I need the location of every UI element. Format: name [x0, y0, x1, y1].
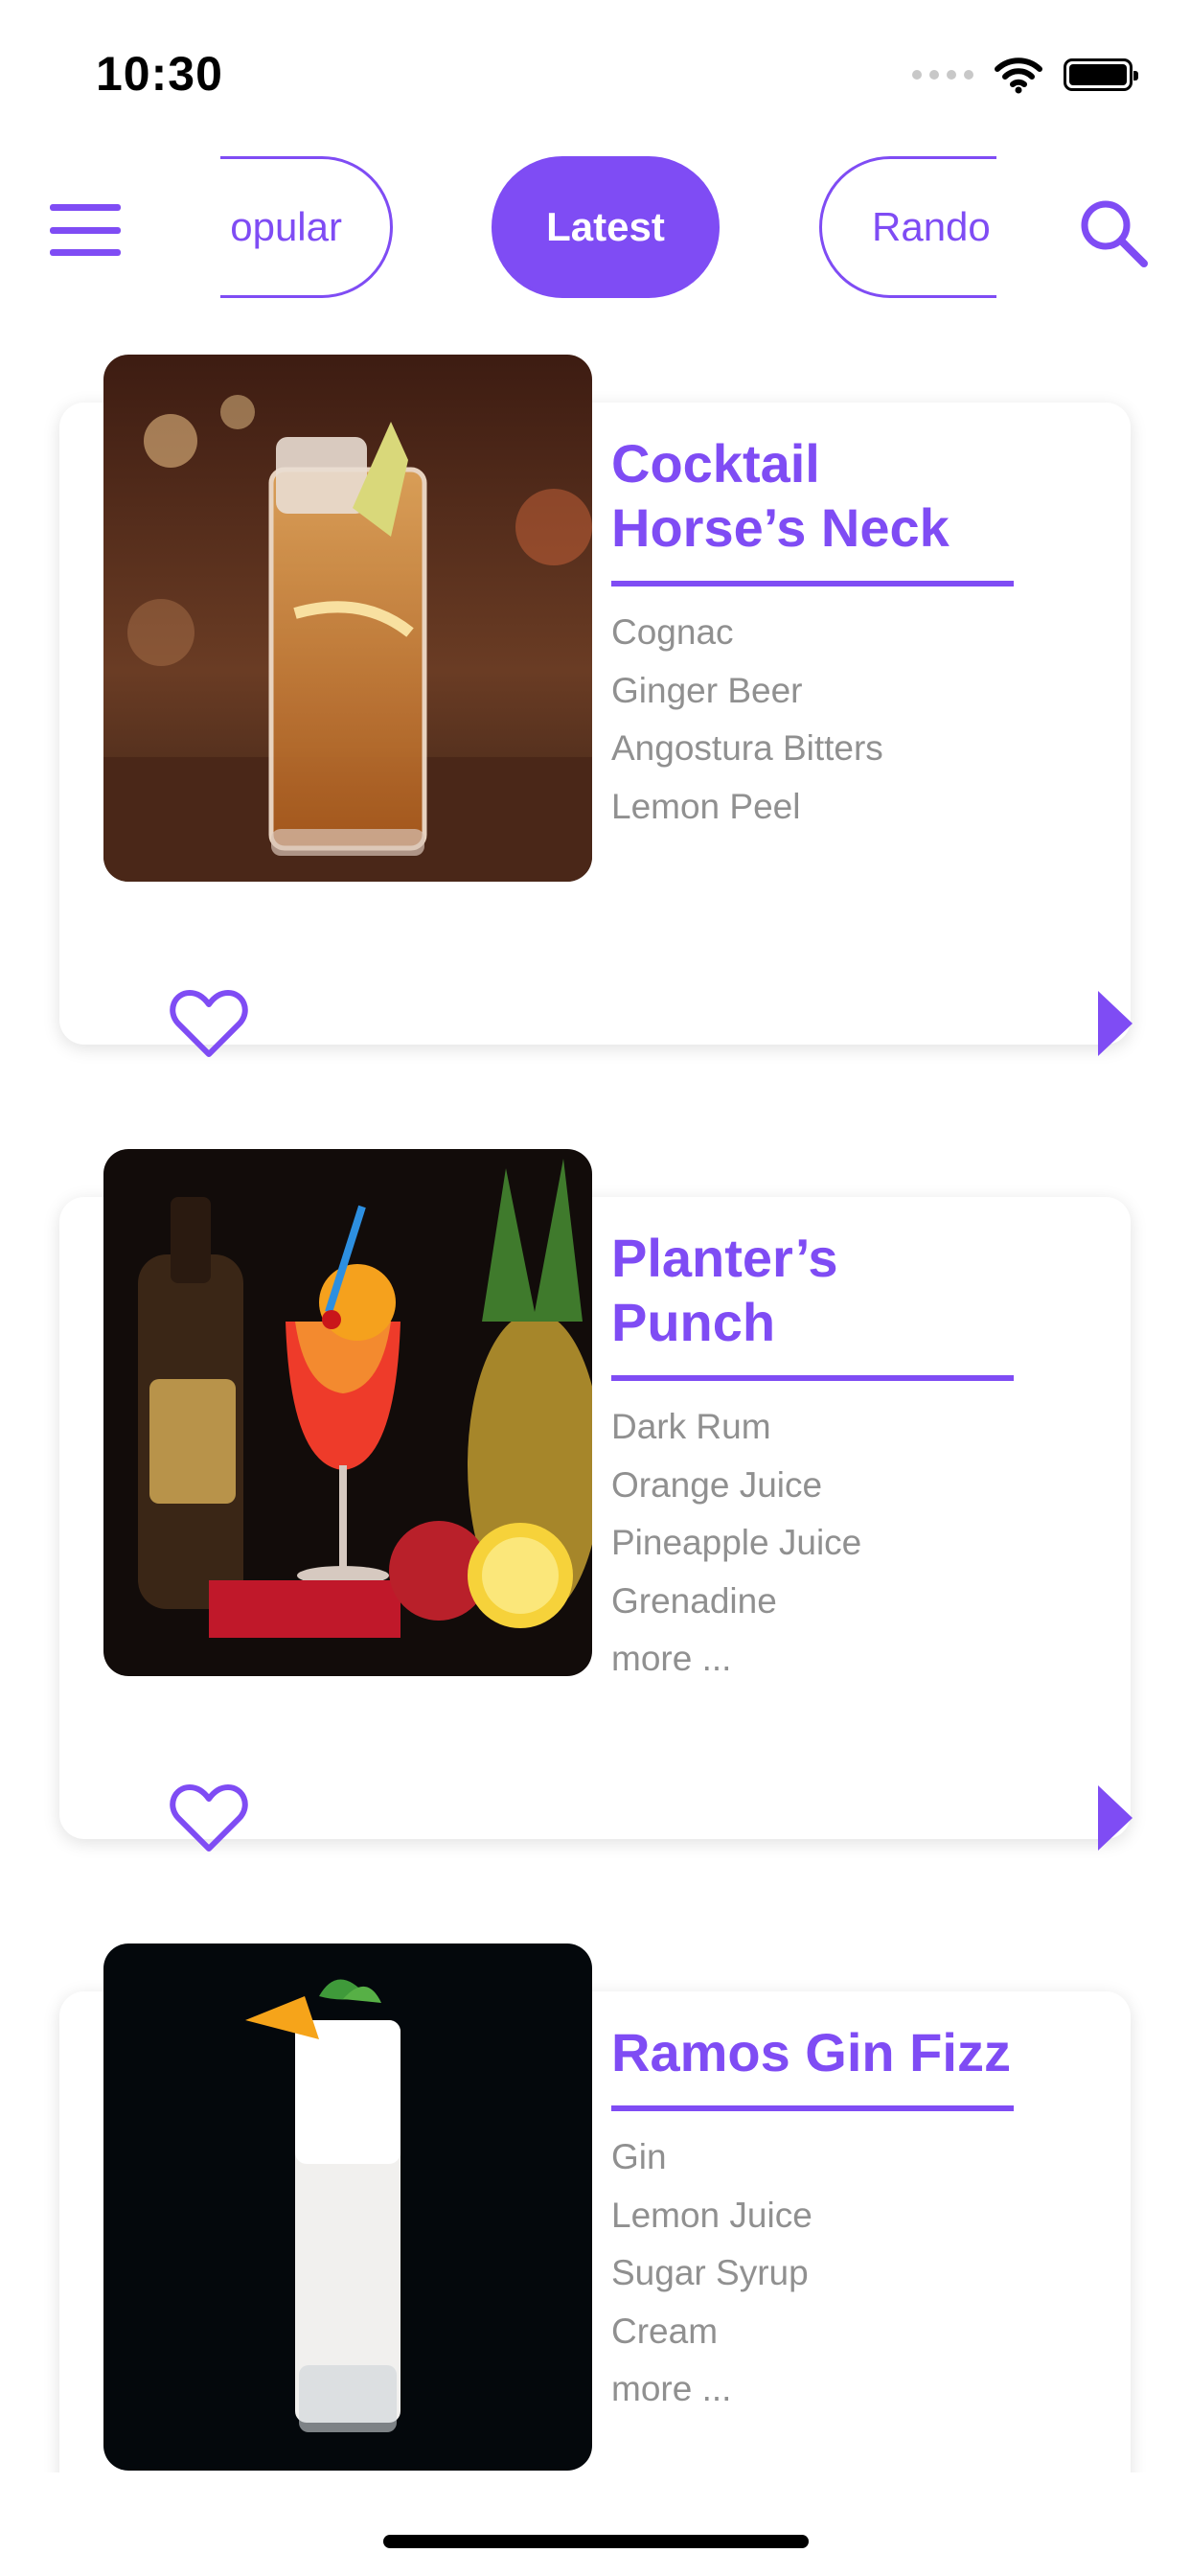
cocktail-title[interactable]: Ramos Gin Fizz [611, 2020, 1014, 2111]
ingredient-item: Pineapple Juice [611, 1523, 862, 1562]
status-bar: 10:30 [0, 0, 1190, 144]
home-indicator[interactable] [383, 2535, 809, 2548]
hamburger-menu-icon[interactable] [50, 204, 121, 256]
ingredient-item: Cognac [611, 612, 734, 652]
tab-latest[interactable]: Latest [492, 156, 720, 298]
cocktail-card[interactable]: Planter’s Punch Dark Rum Orange Juice Pi… [0, 1149, 1190, 1877]
ingredient-item: Angostura Bitters [611, 728, 883, 768]
card-info: Cocktail Horse’s Neck Cognac Ginger Beer… [611, 431, 1033, 836]
tab-random[interactable]: Rando [819, 156, 996, 298]
cellular-signal-icon [912, 70, 973, 80]
ingredient-item: Cream [611, 2311, 719, 2351]
cocktail-title[interactable]: Planter’s Punch [611, 1226, 1014, 1381]
top-navigation: opular Latest Rando [0, 149, 1190, 311]
ingredient-list: Cognac Ginger Beer Angostura Bitters Lem… [611, 604, 1033, 836]
cocktail-feed[interactable]: Cocktail Horse’s Neck Cognac Ginger Beer… [0, 355, 1190, 2472]
cocktail-title[interactable]: Cocktail Horse’s Neck [611, 431, 1014, 586]
status-time: 10:30 [96, 47, 223, 101]
ingredient-list: Dark Rum Orange Juice Pineapple Juice Gr… [611, 1398, 1033, 1689]
cocktail-image[interactable] [103, 1149, 592, 1676]
ingredient-item: Lemon Peel [611, 786, 801, 826]
cocktail-image[interactable] [103, 355, 592, 882]
more-ingredients-label[interactable]: more ... [611, 2360, 1033, 2419]
battery-icon [1064, 58, 1138, 91]
cocktail-image[interactable] [103, 1944, 592, 2471]
play-arrow-icon[interactable] [1094, 987, 1136, 1060]
heart-outline-icon[interactable] [169, 1780, 249, 1856]
play-arrow-icon[interactable] [1094, 1782, 1136, 1854]
ingredient-list: Gin Lemon Juice Sugar Syrup Cream more .… [611, 2128, 1033, 2419]
ingredient-item: Dark Rum [611, 1407, 771, 1446]
ingredient-item: Ginger Beer [611, 670, 803, 710]
cocktail-card[interactable]: Ramos Gin Fizz Gin Lemon Juice Sugar Syr… [0, 1944, 1190, 2472]
ingredient-item: Grenadine [611, 1580, 777, 1621]
more-ingredients-label[interactable]: more ... [611, 1630, 1033, 1689]
card-info: Planter’s Punch Dark Rum Orange Juice Pi… [611, 1226, 1033, 1689]
card-info: Ramos Gin Fizz Gin Lemon Juice Sugar Syr… [611, 2020, 1033, 2419]
heart-outline-icon[interactable] [169, 985, 249, 1062]
cocktail-card[interactable]: Cocktail Horse’s Neck Cognac Ginger Beer… [0, 355, 1190, 1083]
wifi-icon [995, 58, 1042, 94]
cocktail-app-screen: 10:30 opular Latest Rando Cocktail Horse… [0, 0, 1190, 2576]
ingredient-item: Sugar Syrup [611, 2253, 809, 2292]
status-icons [912, 56, 1138, 94]
ingredient-item: Orange Juice [611, 1464, 823, 1505]
ingredient-item: Gin [611, 2137, 667, 2176]
ingredient-item: Lemon Juice [611, 2195, 812, 2235]
category-tabs: opular Latest Rando [220, 149, 996, 311]
tab-popular[interactable]: opular [220, 156, 393, 298]
search-icon[interactable] [1075, 195, 1152, 271]
